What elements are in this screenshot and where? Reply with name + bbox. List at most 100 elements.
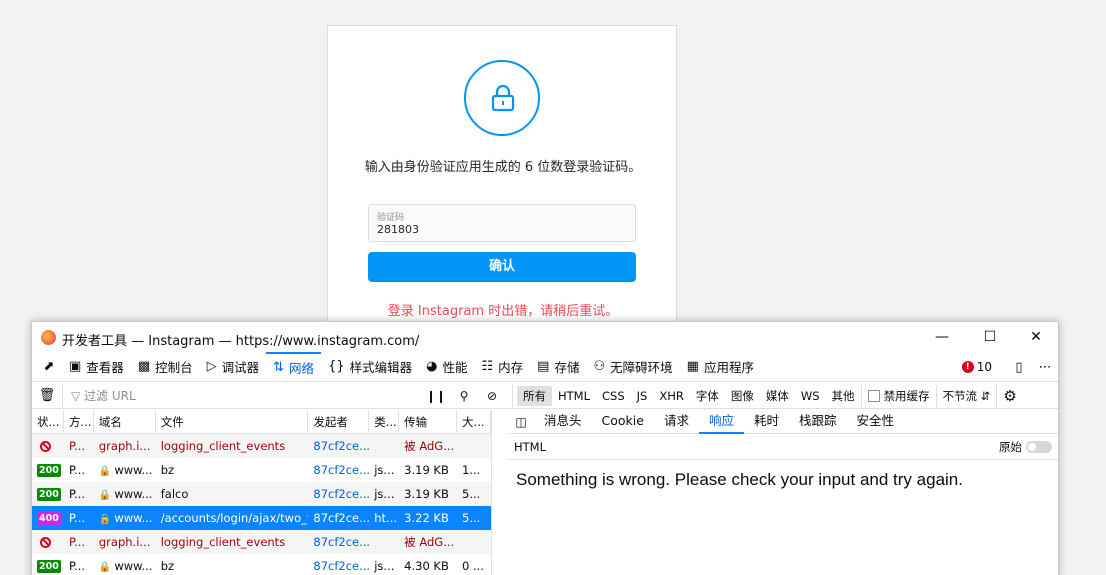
col-domain[interactable]: 域名 (94, 410, 156, 433)
cell-file: /accounts/login/ajax/two_fa (160, 511, 309, 525)
filter-js[interactable]: JS (631, 387, 654, 405)
filter-css[interactable]: CSS (596, 387, 631, 405)
filter-other[interactable]: 其他 (826, 386, 861, 406)
search-icon[interactable]: ⚲ (450, 389, 478, 403)
login-error-message: 登录 Instagram 时出错，请稍后重试。 (387, 304, 619, 319)
tab-timings[interactable]: 耗时 (744, 410, 789, 434)
filter-xhr[interactable]: XHR (653, 387, 690, 405)
table-row[interactable]: 200 P... 🔒 www... bz 87cf2ce... js... 3.19 KB 1.… (32, 458, 491, 482)
col-file[interactable]: 文件 (156, 410, 309, 433)
domain-text: www... (114, 463, 153, 477)
verification-code-field[interactable]: 验证码 281803 (368, 204, 636, 242)
col-type[interactable]: 类... (369, 410, 400, 433)
devtools-toolbar: ⬈ ▣ 查看器 ▩ 控制台 ▷ 调试器 ⇅ 网络 {} 样式编辑器 ◕ 性能 ☷ 内存 ▤ 存储… (32, 351, 1058, 382)
tab-label: 样式编辑器 (349, 360, 413, 375)
error-icon: ! (961, 361, 974, 373)
network-filter-bar: 🗑 ▽ 过滤 URL ❙❙ ⚲ ⊘ 所有 HTML CSS JS XHR 字体 … (32, 382, 1058, 409)
inspector-icon: ▣ (69, 359, 82, 374)
tab-stack-trace[interactable]: 栈跟踪 (789, 410, 847, 434)
element-picker-icon[interactable]: ⬈ (36, 359, 62, 374)
cell-initiator[interactable]: 87cf2ce... (308, 482, 369, 506)
tab-network[interactable]: ⇅ 网络 (266, 351, 322, 382)
tab-headers[interactable]: 消息头 (534, 410, 592, 434)
col-transferred[interactable]: 传输 (399, 410, 458, 433)
tab-debugger[interactable]: ▷ 调试器 (200, 352, 267, 382)
filter-media[interactable]: 媒体 (760, 386, 795, 406)
more-options-icon[interactable]: ⋯ (1032, 360, 1058, 375)
table-row[interactable]: 200 P... 🔒 www... falco 87cf2ce... js... 3.19 K… (32, 482, 491, 506)
responsive-design-icon[interactable]: ▯ (1006, 360, 1032, 375)
settings-gear-icon[interactable]: ⚙ (996, 382, 1022, 409)
tab-application[interactable]: ▦ 应用程序 (680, 352, 761, 382)
cell-transferred: 3.22 KB (404, 511, 449, 525)
table-row[interactable]: 200 P... 🔒 www... bz 87cf2ce... js... 4.30 KB 0 … (32, 554, 491, 575)
response-body: Something is wrong. Please check your in… (516, 470, 963, 489)
cell-status (32, 530, 64, 554)
cell-status: 200 (32, 458, 64, 482)
console-icon: ▩ (137, 359, 151, 374)
cell-initiator[interactable]: 87cf2ce... (308, 530, 369, 554)
disable-cache-checkbox[interactable]: 禁用缓存 (860, 382, 936, 409)
lock-icon: 🔒 (98, 490, 112, 501)
tab-response[interactable]: 响应 (698, 410, 744, 434)
window-title: 开发者工具 — Instagram — https://www.instagra… (62, 334, 420, 349)
cell-initiator[interactable]: 87cf2ce... (308, 506, 369, 530)
status-badge: 200 (37, 464, 61, 477)
raw-label: 原始 (999, 439, 1022, 454)
trash-icon[interactable]: 🗑 (32, 388, 62, 403)
tab-security[interactable]: 安全性 (847, 410, 905, 434)
tab-label: 调试器 (221, 360, 260, 375)
tab-storage[interactable]: ▤ 存储 (530, 352, 586, 382)
toggle-panel-icon[interactable]: ◫ (508, 415, 534, 429)
raw-switch[interactable] (1026, 441, 1052, 453)
filter-url-input[interactable]: ▽ 过滤 URL (62, 382, 422, 409)
error-count-badge[interactable]: ! 10 (961, 360, 992, 374)
raw-toggle[interactable]: 原始 (999, 439, 1052, 455)
lock-icon: 🔒 (98, 562, 112, 573)
cell-transferred: 4.30 KB (404, 559, 449, 573)
tab-cookies[interactable]: Cookie (592, 410, 654, 434)
col-initiator[interactable]: 发起者 (308, 410, 370, 433)
cell-initiator[interactable]: 87cf2ce... (308, 458, 369, 482)
tab-memory[interactable]: ☷ 内存 (474, 352, 530, 382)
tab-request[interactable]: 请求 (654, 410, 699, 434)
lock-icon: 🔒 (98, 514, 112, 525)
table-row[interactable]: P... graph.i... logging_client_events 87cf2… (32, 530, 491, 554)
tab-performance[interactable]: ◕ 性能 (419, 352, 474, 382)
tab-accessibility[interactable]: ⚇ 无障碍环境 (586, 352, 679, 382)
tab-label: 存储 (554, 360, 580, 375)
confirm-button[interactable]: 确认 (368, 252, 636, 282)
throttle-label: 不节流 (942, 388, 978, 403)
cell-domain: graph.i... (94, 530, 156, 554)
close-icon[interactable]: ✕ (1026, 327, 1046, 347)
pause-icon[interactable]: ❙❙ (422, 389, 450, 403)
cell-type: js... (374, 463, 395, 477)
filter-all[interactable]: 所有 (517, 385, 552, 406)
block-icon[interactable]: ⊘ (478, 389, 506, 403)
filter-type-buttons: 所有 HTML CSS JS XHR 字体 图像 媒体 WS 其他 (512, 382, 861, 409)
throttle-select[interactable]: 不节流 ⇵ (935, 382, 997, 409)
maximize-icon[interactable]: ☐ (980, 327, 1000, 347)
cell-method: P... (68, 439, 86, 453)
blocked-icon (40, 441, 51, 452)
filter-fonts[interactable]: 字体 (690, 386, 725, 406)
table-row[interactable]: P... graph.i... logging_client_events 87cf2… (32, 434, 491, 458)
tab-style-editor[interactable]: {} 样式编辑器 (321, 352, 419, 382)
filter-images[interactable]: 图像 (725, 386, 760, 406)
tab-inspector[interactable]: ▣ 查看器 (62, 352, 131, 382)
cell-method: P... (68, 511, 86, 525)
cell-file: logging_client_events (160, 439, 286, 453)
col-method[interactable]: 方... (64, 410, 94, 433)
table-row[interactable]: 400 P... 🔒 www... /accounts/login/ajax/two_f… (32, 506, 491, 530)
code-field-value[interactable]: 281803 (377, 223, 419, 236)
col-status[interactable]: 状... (32, 410, 64, 433)
minimize-icon[interactable]: — (932, 327, 952, 347)
col-size[interactable]: 大... (457, 410, 491, 433)
checkbox-box[interactable] (867, 389, 880, 402)
tab-console[interactable]: ▩ 控制台 (131, 352, 200, 382)
filter-html[interactable]: HTML (552, 387, 596, 405)
cell-initiator[interactable]: 87cf2ce... (308, 434, 369, 458)
filter-ws[interactable]: WS (795, 387, 826, 405)
memory-icon: ☷ (481, 359, 494, 374)
cell-initiator[interactable]: 87cf2ce... (308, 554, 369, 575)
